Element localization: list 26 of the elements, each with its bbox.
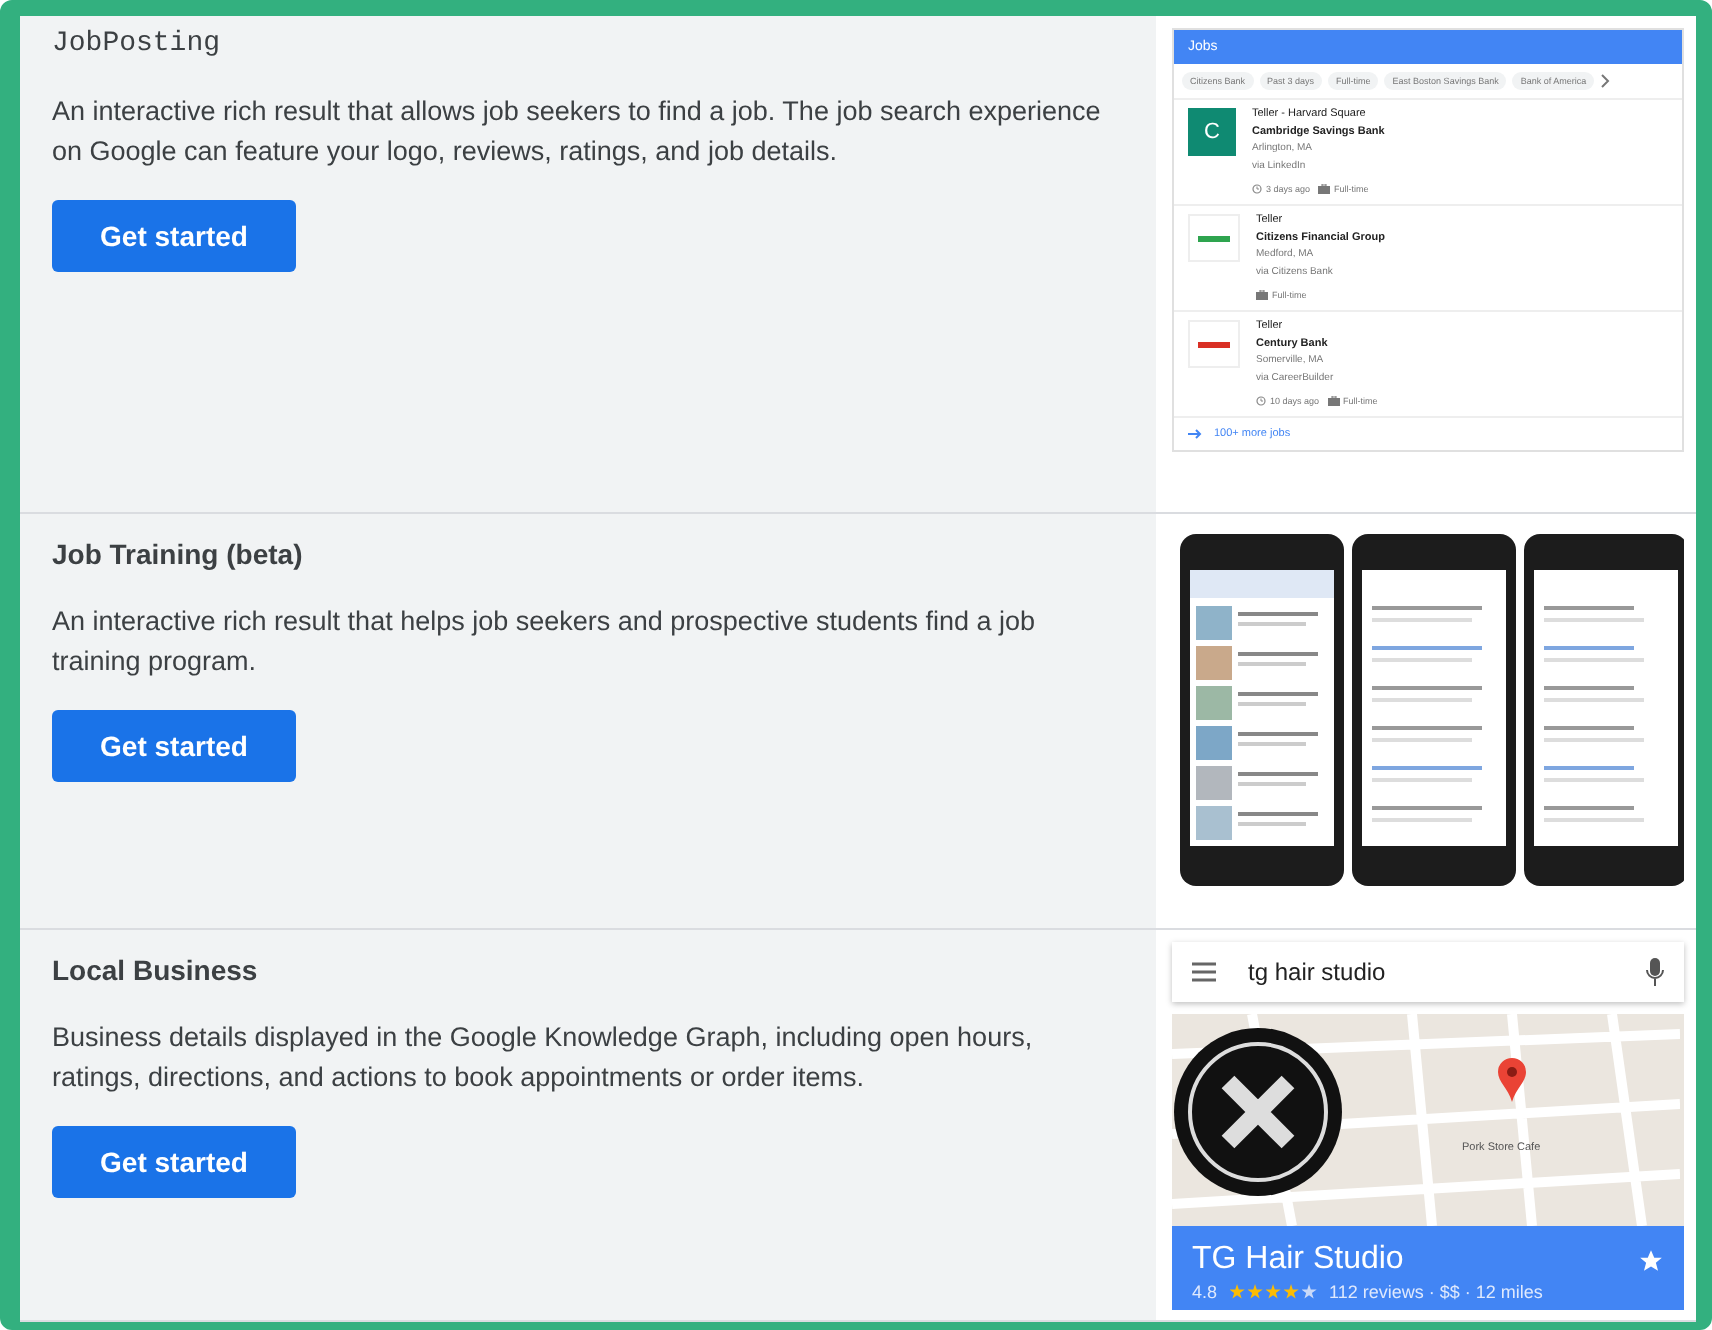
rating-value: 4.8 bbox=[1192, 1282, 1218, 1302]
get-started-button[interactable]: Get started bbox=[52, 710, 296, 782]
search-query: tg hair studio bbox=[1248, 958, 1388, 986]
business-name: TG Hair Studio bbox=[1192, 1242, 1404, 1278]
section-title: Local Business bbox=[52, 954, 258, 986]
section-description: An interactive rich result that helps job seekers and prospective students find a job training program. bbox=[52, 604, 1038, 680]
menu-icon[interactable] bbox=[1192, 962, 1216, 982]
star-icon[interactable] bbox=[1638, 1247, 1664, 1273]
section-title: JobPosting bbox=[52, 28, 221, 60]
arrow-right-icon bbox=[1188, 428, 1202, 440]
company-logo: C bbox=[1188, 108, 1236, 156]
clock-icon bbox=[1252, 184, 1262, 194]
search-bar[interactable]: tg hair studio bbox=[1172, 942, 1684, 1002]
briefcase-icon bbox=[1256, 290, 1268, 300]
microphone-icon[interactable] bbox=[1646, 958, 1664, 986]
section-description: An interactive rich result that allows job seekers to find a job. The job search experience on Google can feature your logo, reviews, ratings, and job details. bbox=[52, 94, 1103, 170]
get-started-button[interactable]: Get started bbox=[52, 200, 296, 272]
get-started-button[interactable]: Get started bbox=[52, 1126, 296, 1198]
section-title: Job Training (beta) bbox=[52, 538, 303, 570]
chevron-right-icon bbox=[1600, 74, 1611, 88]
clock-icon bbox=[1256, 396, 1266, 406]
briefcase-icon bbox=[1318, 184, 1331, 194]
map-pin-icon bbox=[1498, 1058, 1526, 1102]
business-details: 112 reviews · $$ · 12 miles bbox=[1329, 1282, 1543, 1302]
briefcase-icon bbox=[1327, 396, 1340, 406]
section-description: Business details displayed in the Google Knowledge Graph, including open hours, ratings, directions, and actions to book appointments or order items. bbox=[52, 1020, 1035, 1096]
